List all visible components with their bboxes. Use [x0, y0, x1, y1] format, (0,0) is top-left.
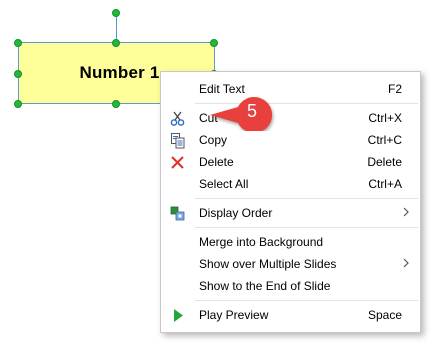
menu-item-edit-text[interactable]: Edit Text F2: [161, 78, 420, 100]
menu-item-merge-into-background[interactable]: Merge into Background: [161, 231, 420, 253]
menu-item-copy[interactable]: Copy Ctrl+C: [161, 129, 420, 151]
resize-handle-bottom[interactable]: [112, 100, 120, 108]
menu-separator: [195, 227, 418, 228]
menu-item-shortcut: Space: [367, 308, 402, 322]
play-icon: [174, 309, 183, 322]
submenu-arrow-icon: [403, 207, 409, 217]
menu-item-label: Show over Multiple Slides: [199, 257, 337, 271]
rotation-handle[interactable]: [112, 9, 120, 17]
menu-item-show-over-multiple-slides[interactable]: Show over Multiple Slides: [161, 253, 420, 275]
menu-separator: [195, 198, 418, 199]
menu-item-shortcut: Delete: [367, 155, 402, 169]
menu-item-cut[interactable]: Cut Ctrl+X: [161, 107, 420, 129]
menu-item-label: Delete: [199, 155, 234, 169]
menu-item-label: Merge into Background: [199, 235, 324, 249]
resize-handle-bottom-left[interactable]: [14, 100, 22, 108]
menu-item-shortcut: F2: [387, 82, 402, 96]
shape-text[interactable]: Number 1: [79, 63, 159, 83]
menu-item-delete[interactable]: Delete Delete: [161, 151, 420, 173]
display-order-icon: [170, 206, 185, 221]
menu-item-show-to-end-of-slide[interactable]: Show to the End of Slide: [161, 275, 420, 297]
menu-item-display-order[interactable]: Display Order: [161, 202, 420, 224]
menu-item-shortcut: Ctrl+X: [368, 111, 402, 125]
menu-item-label: Select All: [199, 177, 249, 191]
resize-handle-top[interactable]: [112, 39, 120, 47]
resize-handle-top-left[interactable]: [14, 39, 22, 47]
submenu-arrow-icon: [403, 258, 409, 268]
menu-separator: [195, 300, 418, 301]
menu-item-select-all[interactable]: Select All Ctrl+A: [161, 173, 420, 195]
slide-canvas: Number 1 Edit Text F2 Cut Ctrl+X Copy Ct…: [0, 0, 443, 358]
menu-item-shortcut: Ctrl+C: [367, 133, 402, 147]
scissors-icon: [170, 111, 185, 126]
resize-handle-left[interactable]: [14, 70, 22, 78]
step-callout-number: 5: [246, 101, 257, 121]
delete-x-icon: [171, 156, 184, 169]
menu-item-label: Play Preview: [199, 308, 269, 322]
menu-item-play-preview[interactable]: Play Preview Space: [161, 304, 420, 326]
resize-handle-top-right[interactable]: [210, 39, 218, 47]
copy-icon: [171, 133, 185, 149]
context-menu: Edit Text F2 Cut Ctrl+X Copy Ctrl+C Dele…: [160, 71, 421, 333]
menu-item-shortcut: Ctrl+A: [368, 177, 402, 191]
menu-item-label: Display Order: [199, 206, 273, 220]
menu-item-label: Copy: [199, 133, 228, 147]
menu-item-label: Show to the End of Slide: [199, 279, 331, 293]
